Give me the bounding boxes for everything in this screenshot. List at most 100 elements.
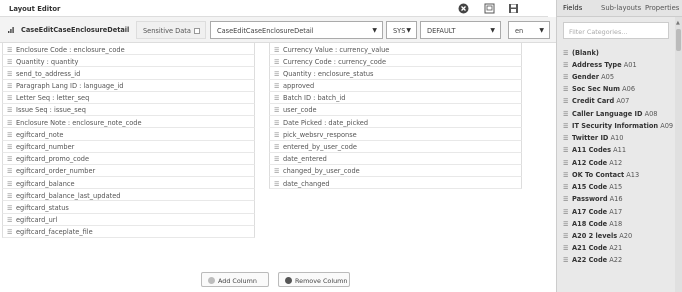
- category-item[interactable]: ☰ A20 2 levels A20: [563, 230, 675, 242]
- category-item[interactable]: ☰ Caller Language ID A08: [563, 107, 675, 119]
- tab-sub-layouts[interactable]: Sub-layouts: [601, 4, 641, 12]
- drag-handle-icon[interactable]: ☰: [274, 120, 279, 127]
- field-row[interactable]: ☰ Enclosure Code : enclosure_code: [2, 43, 255, 56]
- drag-handle-icon[interactable]: ☰: [563, 50, 568, 57]
- tab-fields[interactable]: Fields: [563, 4, 582, 12]
- field-row[interactable]: ☰ send_to_address_id: [2, 67, 255, 80]
- field-row[interactable]: ☰ Currency Code : currency_code: [269, 55, 522, 68]
- category-item[interactable]: ☰ A18 Code A18: [563, 217, 675, 229]
- drag-handle-icon[interactable]: ☰: [563, 135, 568, 142]
- field-row[interactable]: ☰ egiftcard_note: [2, 128, 255, 141]
- drag-handle-icon[interactable]: ☰: [7, 132, 12, 139]
- drag-handle-icon[interactable]: ☰: [7, 193, 12, 200]
- drag-handle-icon[interactable]: ☰: [7, 229, 12, 236]
- drag-handle-icon[interactable]: ☰: [563, 74, 568, 81]
- category-item[interactable]: ☰ Password A16: [563, 193, 675, 205]
- drag-handle-icon[interactable]: ☰: [7, 181, 12, 188]
- drag-handle-icon[interactable]: ☰: [563, 245, 568, 252]
- field-row[interactable]: ☰ egiftcard_number: [2, 140, 255, 153]
- field-row[interactable]: ☰ date_entered: [269, 152, 522, 165]
- field-row[interactable]: ☰ Quantity : quantity: [2, 55, 255, 68]
- drag-handle-icon[interactable]: ☰: [563, 98, 568, 105]
- field-row[interactable]: ☰ date_changed: [269, 177, 522, 190]
- field-row[interactable]: ☰ egiftcard_faceplate_file: [2, 225, 255, 238]
- add-column-button[interactable]: Add Column: [201, 272, 269, 287]
- sensitive-data-toggle[interactable]: Sensitive Data: [136, 21, 206, 39]
- drag-handle-icon[interactable]: ☰: [563, 172, 568, 179]
- drag-handle-icon[interactable]: ☰: [7, 168, 12, 175]
- field-row[interactable]: ☰ egiftcard_balance: [2, 177, 255, 190]
- remove-column-button[interactable]: Remove Column: [278, 272, 350, 287]
- category-item[interactable]: ☰ A21 Code A21: [563, 242, 675, 254]
- panel-scrollbar[interactable]: ▲: [675, 17, 682, 292]
- drag-handle-icon[interactable]: ☰: [274, 59, 279, 66]
- drag-handle-icon[interactable]: ☰: [7, 83, 12, 90]
- drag-handle-icon[interactable]: ☰: [563, 221, 568, 228]
- drag-handle-icon[interactable]: ☰: [7, 71, 12, 78]
- field-row[interactable]: ☰ Currency Value : currency_value: [269, 43, 522, 56]
- language-select[interactable]: en ▼: [508, 21, 550, 39]
- drag-handle-icon[interactable]: ☰: [563, 209, 568, 216]
- mode-select[interactable]: DEFAULT ▼: [420, 21, 501, 39]
- category-item[interactable]: ☰ A17 Code A17: [563, 205, 675, 217]
- drag-handle-icon[interactable]: ☰: [563, 160, 568, 167]
- drag-handle-icon[interactable]: ☰: [563, 86, 568, 93]
- drag-handle-icon[interactable]: ☰: [274, 132, 279, 139]
- drag-handle-icon[interactable]: ☰: [274, 47, 279, 54]
- category-item[interactable]: ☰ Credit Card A07: [563, 95, 675, 107]
- category-item[interactable]: ☰ Twitter ID A10: [563, 132, 675, 144]
- drag-handle-icon[interactable]: ☰: [274, 95, 279, 102]
- scrollbar-thumb[interactable]: [676, 29, 681, 51]
- drag-handle-icon[interactable]: ☰: [274, 107, 279, 114]
- field-row[interactable]: ☰ egiftcard_balance_last_updated: [2, 189, 255, 202]
- drag-handle-icon[interactable]: ☰: [563, 123, 568, 130]
- drag-handle-icon[interactable]: ☰: [7, 95, 12, 102]
- drag-handle-icon[interactable]: ☰: [563, 147, 568, 154]
- category-item[interactable]: ☰ A15 Code A15: [563, 181, 675, 193]
- field-row[interactable]: ☰ user_code: [269, 103, 522, 117]
- field-row[interactable]: ☰ Date Picked : date_picked: [269, 116, 522, 129]
- category-item[interactable]: ☰ A12 Code A12: [563, 156, 675, 168]
- drag-handle-icon[interactable]: ☰: [7, 205, 12, 212]
- drag-handle-icon[interactable]: ☰: [274, 181, 279, 188]
- sys-select[interactable]: SYS ▼: [386, 21, 417, 39]
- category-item[interactable]: ☰ A22 Code A22: [563, 254, 675, 266]
- drag-handle-icon[interactable]: ☰: [274, 156, 279, 163]
- drag-handle-icon[interactable]: ☰: [274, 144, 279, 151]
- drag-handle-icon[interactable]: ☰: [7, 107, 12, 114]
- drag-handle-icon[interactable]: ☰: [563, 233, 568, 240]
- field-row[interactable]: ☰ Letter Seq : letter_seq: [2, 91, 255, 104]
- field-row[interactable]: ☰ egiftcard_order_number: [2, 164, 255, 178]
- drag-handle-icon[interactable]: ☰: [563, 62, 568, 69]
- field-row[interactable]: ☰ egiftcard_status: [2, 201, 255, 214]
- drag-handle-icon[interactable]: ☰: [7, 217, 12, 224]
- field-row[interactable]: ☰ pick_websrv_response: [269, 128, 522, 141]
- field-row[interactable]: ☰ egiftcard_url: [2, 213, 255, 226]
- drag-handle-icon[interactable]: ☰: [563, 196, 568, 203]
- category-item[interactable]: ☰ A11 Codes A11: [563, 144, 675, 156]
- layout-select[interactable]: CaseEditCaseEnclosureDetail ▼: [210, 21, 383, 39]
- filter-categories-input[interactable]: Filter Categories...: [563, 22, 669, 39]
- field-row[interactable]: ☰ egiftcard_promo_code: [2, 152, 255, 165]
- field-row[interactable]: ☰ Issue Seq : issue_seq: [2, 103, 255, 117]
- save-icon[interactable]: [508, 3, 519, 14]
- field-row[interactable]: ☰ Paragraph Lang ID : language_id: [2, 79, 255, 92]
- drag-handle-icon[interactable]: ☰: [7, 47, 12, 54]
- tab-properties[interactable]: Properties: [645, 4, 679, 12]
- category-item[interactable]: ☰ Gender A05: [563, 70, 675, 82]
- drag-handle-icon[interactable]: ☰: [7, 120, 12, 127]
- field-row[interactable]: ☰ approved: [269, 79, 522, 92]
- drag-handle-icon[interactable]: ☰: [7, 144, 12, 151]
- scroll-up-icon[interactable]: ▲: [676, 20, 680, 26]
- category-item[interactable]: ☰ Address Type A01: [563, 58, 675, 70]
- drag-handle-icon[interactable]: ☰: [563, 111, 568, 118]
- drag-handle-icon[interactable]: ☰: [563, 257, 568, 264]
- field-row[interactable]: ☰ changed_by_user_code: [269, 164, 522, 178]
- field-row[interactable]: ☰ Quantity : enclosure_status: [269, 67, 522, 80]
- drag-handle-icon[interactable]: ☰: [7, 156, 12, 163]
- preview-icon[interactable]: [484, 3, 495, 14]
- category-item[interactable]: ☰ OK To Contact A13: [563, 168, 675, 180]
- drag-handle-icon[interactable]: ☰: [274, 83, 279, 90]
- category-item[interactable]: ☰ Soc Sec Num A06: [563, 83, 675, 95]
- drag-handle-icon[interactable]: ☰: [274, 168, 279, 175]
